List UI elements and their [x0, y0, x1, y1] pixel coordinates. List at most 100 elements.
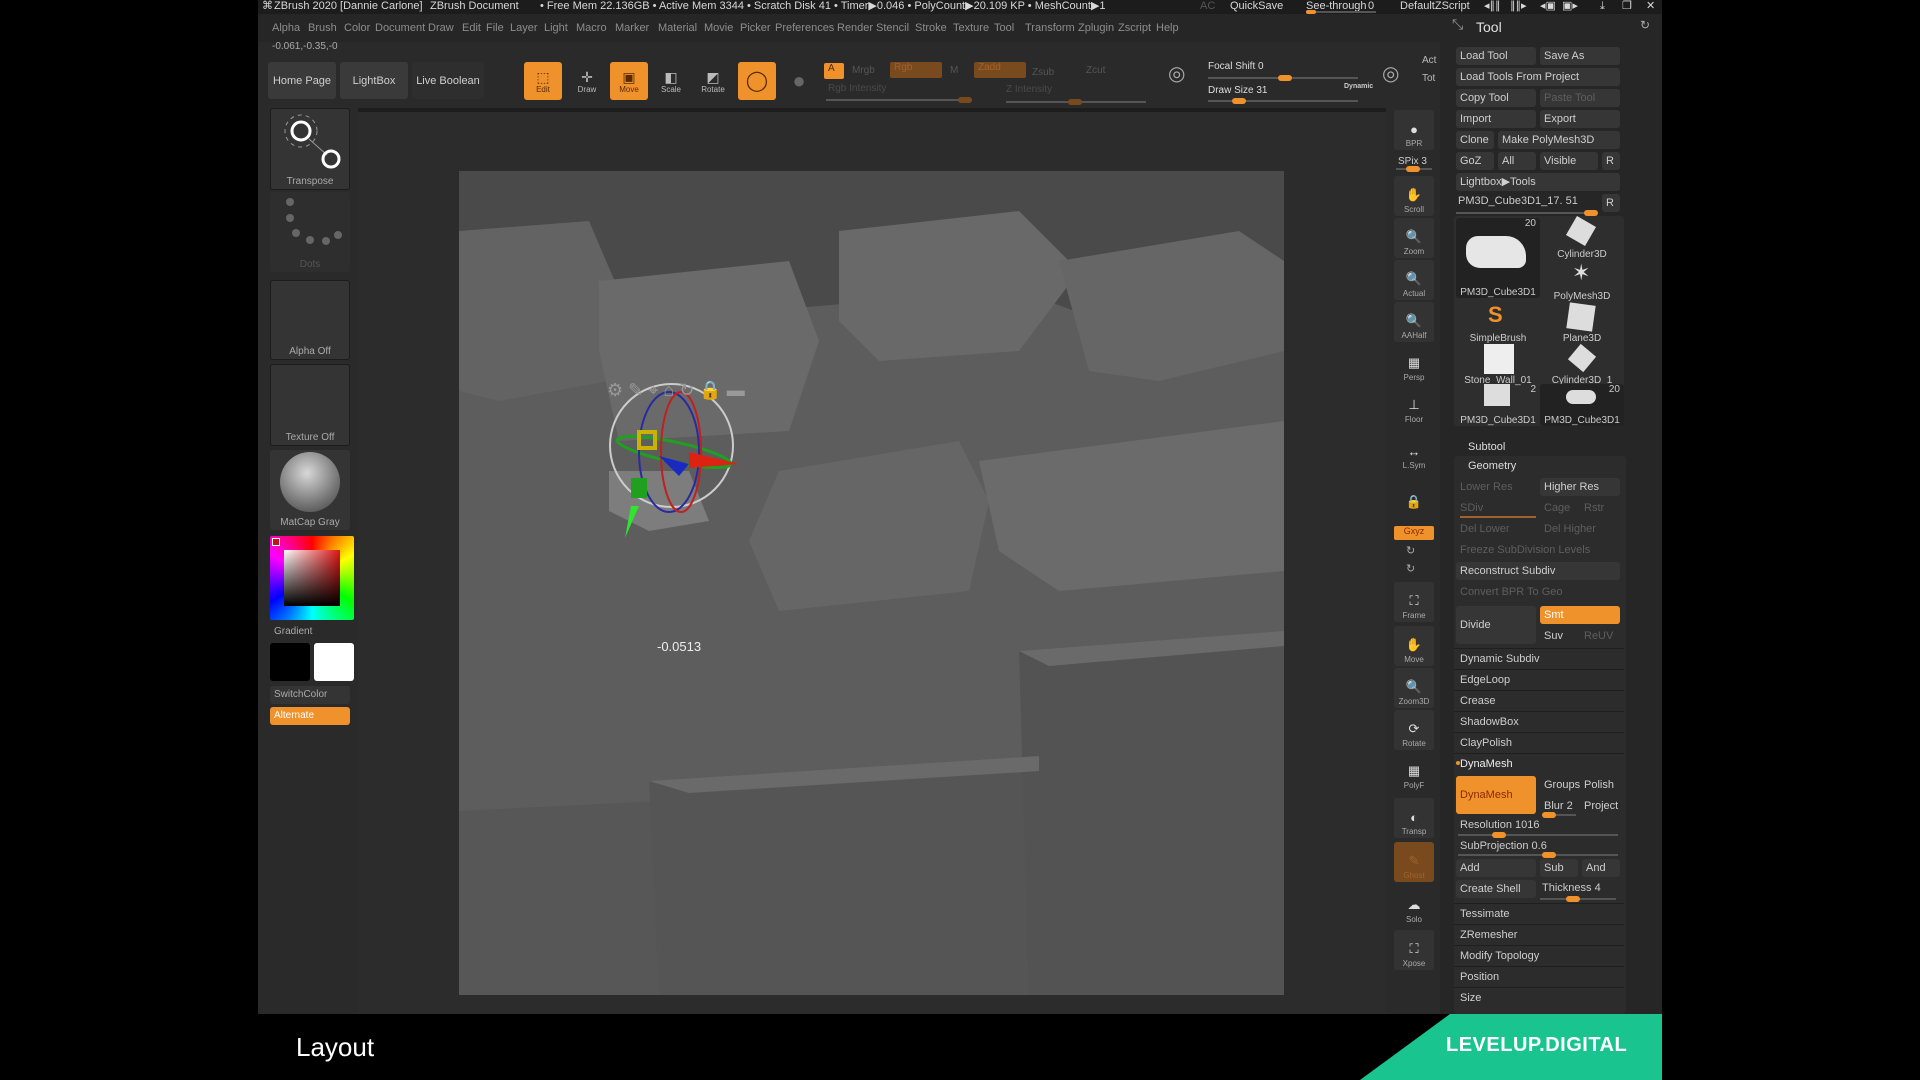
menu-texture[interactable]: Texture: [953, 22, 989, 34]
divide-button[interactable]: Divide: [1456, 606, 1536, 644]
scale-button[interactable]: ◧ Scale: [652, 62, 690, 100]
current-tool-r-button[interactable]: R: [1602, 194, 1620, 212]
menu-file[interactable]: File: [486, 22, 504, 34]
home-page-button[interactable]: Home Page: [268, 62, 336, 99]
menu-picker[interactable]: Picker: [740, 22, 771, 34]
tool-thumb[interactable]: ✶ PolyMesh3D: [1540, 260, 1624, 302]
gxyz-button[interactable]: Gxyz: [1394, 526, 1434, 540]
live-boolean-button[interactable]: Live Boolean: [412, 62, 484, 99]
sub-button[interactable]: Sub: [1540, 859, 1578, 877]
load-tool-button[interactable]: Load Tool: [1456, 47, 1536, 65]
stroke-picker[interactable]: Dots: [270, 192, 350, 272]
goz-r-button[interactable]: R: [1602, 152, 1620, 170]
texture-picker[interactable]: Texture Off: [270, 364, 350, 446]
rotate-view-button[interactable]: ⟳ Rotate: [1394, 710, 1434, 750]
dynamic-subdiv-section[interactable]: Dynamic Subdiv: [1454, 648, 1624, 669]
tool-pin-icon[interactable]: ⤡: [1452, 16, 1463, 33]
frame-button[interactable]: ⛶ Frame: [1394, 582, 1434, 622]
menu-draw[interactable]: Draw: [428, 22, 454, 34]
reconstruct-subdiv-button[interactable]: Reconstruct Subdiv: [1456, 562, 1620, 580]
material-picker[interactable]: MatCap Gray: [270, 450, 350, 530]
menu-render[interactable]: Render: [837, 22, 873, 34]
goz-button[interactable]: GoZ: [1456, 152, 1494, 170]
rotate-y-icon[interactable]: ↻: [1406, 544, 1415, 557]
stroke-s-icon[interactable]: ◎: [1168, 61, 1196, 89]
tool-thumb[interactable]: 20 PM3D_Cube3D1: [1456, 218, 1540, 298]
del-lower-button[interactable]: Del Lower: [1456, 520, 1536, 538]
gradient-label[interactable]: Gradient: [274, 626, 312, 637]
save-as-button[interactable]: Save As: [1540, 47, 1620, 65]
lower-res-button[interactable]: Lower Res: [1456, 478, 1536, 496]
rstr-button[interactable]: Rstr: [1580, 499, 1620, 517]
gizmo-3d-button[interactable]: ◯: [738, 62, 776, 100]
menu-tool[interactable]: Tool: [994, 22, 1014, 34]
scroll-button[interactable]: ✋ Scroll: [1394, 176, 1434, 216]
load-tools-from-project-button[interactable]: Load Tools From Project: [1456, 68, 1620, 86]
menu-stencil[interactable]: Stencil: [876, 22, 909, 34]
stroke-d-icon[interactable]: ◎: [1382, 61, 1410, 89]
modify-topology-section[interactable]: Modify Topology: [1454, 945, 1624, 966]
goz-visible-button[interactable]: Visible: [1540, 152, 1598, 170]
clone-button[interactable]: Clone: [1456, 131, 1494, 149]
gizmo-axes[interactable]: [589, 376, 769, 556]
tool-thumb[interactable]: 2 PM3D_Cube3D1: [1456, 384, 1540, 426]
create-shell-button[interactable]: Create Shell: [1456, 880, 1536, 898]
menu-movie[interactable]: Movie: [704, 22, 733, 34]
color-square[interactable]: [284, 550, 340, 606]
local-lock-button[interactable]: 🔒: [1394, 474, 1434, 514]
zoom-button[interactable]: 🔍 Zoom: [1394, 218, 1434, 258]
tool-thumb[interactable]: Cylinder3D_1: [1540, 343, 1624, 386]
transp-button[interactable]: ◐ Transp: [1394, 798, 1434, 838]
color-picker[interactable]: [270, 536, 354, 620]
size-section[interactable]: Size: [1454, 987, 1624, 1008]
copy-tool-button[interactable]: Copy Tool: [1456, 89, 1536, 107]
dynamesh-section[interactable]: DynaMesh: [1454, 753, 1624, 774]
paste-tool-button[interactable]: Paste Tool: [1540, 89, 1620, 107]
lightbox-button[interactable]: LightBox: [340, 62, 408, 99]
blur-slider-track[interactable]: [1542, 812, 1576, 818]
zadd-button[interactable]: Zadd: [974, 62, 1026, 78]
lightbox-tools-button[interactable]: Lightbox▶Tools: [1456, 173, 1620, 191]
window-next-icon[interactable]: ▣▸: [1562, 0, 1578, 13]
geometry-header[interactable]: Geometry: [1468, 460, 1516, 472]
draw-size-slider[interactable]: [1208, 98, 1358, 104]
add-button[interactable]: Add: [1456, 859, 1536, 877]
export-button[interactable]: Export: [1540, 110, 1620, 128]
menu-light[interactable]: Light: [544, 22, 568, 34]
zcut-button[interactable]: Zcut: [1086, 65, 1105, 76]
tool-thumb[interactable]: Stone_Wall_01: [1456, 344, 1540, 386]
freeze-subdiv-button[interactable]: Freeze SubDivision Levels: [1456, 541, 1620, 559]
polish-toggle[interactable]: Polish: [1580, 776, 1620, 794]
del-higher-button[interactable]: Del Higher: [1540, 520, 1620, 538]
close-icon[interactable]: ✕: [1646, 0, 1655, 13]
mrgb-button[interactable]: Mrgb: [852, 65, 875, 76]
menu-document[interactable]: Document: [375, 22, 425, 34]
draw-button[interactable]: ✛ Draw: [568, 62, 606, 100]
smt-toggle[interactable]: Smt: [1540, 606, 1620, 624]
dynamic-toggle[interactable]: Dynamic: [1344, 83, 1373, 90]
menu-edit[interactable]: Edit: [462, 22, 481, 34]
shadowbox-section[interactable]: ShadowBox: [1454, 711, 1624, 732]
refresh-icon[interactable]: ↻: [1640, 18, 1650, 32]
restore-icon[interactable]: ❐: [1622, 0, 1632, 13]
convert-bpr-button[interactable]: Convert BPR To Geo: [1456, 583, 1620, 601]
actual-button[interactable]: 🔍 Actual: [1394, 260, 1434, 300]
tool-thumb[interactable]: S SimpleBrush: [1456, 302, 1540, 344]
secondary-color-swatch[interactable]: [270, 643, 310, 681]
and-button[interactable]: And: [1582, 859, 1620, 877]
z-intensity-slider[interactable]: [1006, 99, 1146, 105]
focal-shift-slider[interactable]: [1208, 75, 1358, 81]
solo-button[interactable]: ☁ Solo: [1394, 886, 1434, 926]
rotate-z-icon[interactable]: ↻: [1406, 562, 1415, 575]
menu-alpha[interactable]: Alpha: [272, 22, 300, 34]
spix-slider[interactable]: [1396, 166, 1432, 172]
import-button[interactable]: Import: [1456, 110, 1536, 128]
layout-prev-icon[interactable]: ◂∥∥: [1484, 0, 1501, 13]
make-polymesh-button[interactable]: Make PolyMesh3D: [1498, 131, 1620, 149]
floor-button[interactable]: ⊥ Floor: [1394, 386, 1434, 426]
menu-brush[interactable]: Brush: [308, 22, 337, 34]
rgb-button[interactable]: Rgb: [890, 62, 942, 78]
rotate-button[interactable]: ◩ Rotate: [694, 62, 732, 100]
resolution-slider[interactable]: [1458, 832, 1618, 838]
thickness-slider[interactable]: [1540, 896, 1616, 902]
